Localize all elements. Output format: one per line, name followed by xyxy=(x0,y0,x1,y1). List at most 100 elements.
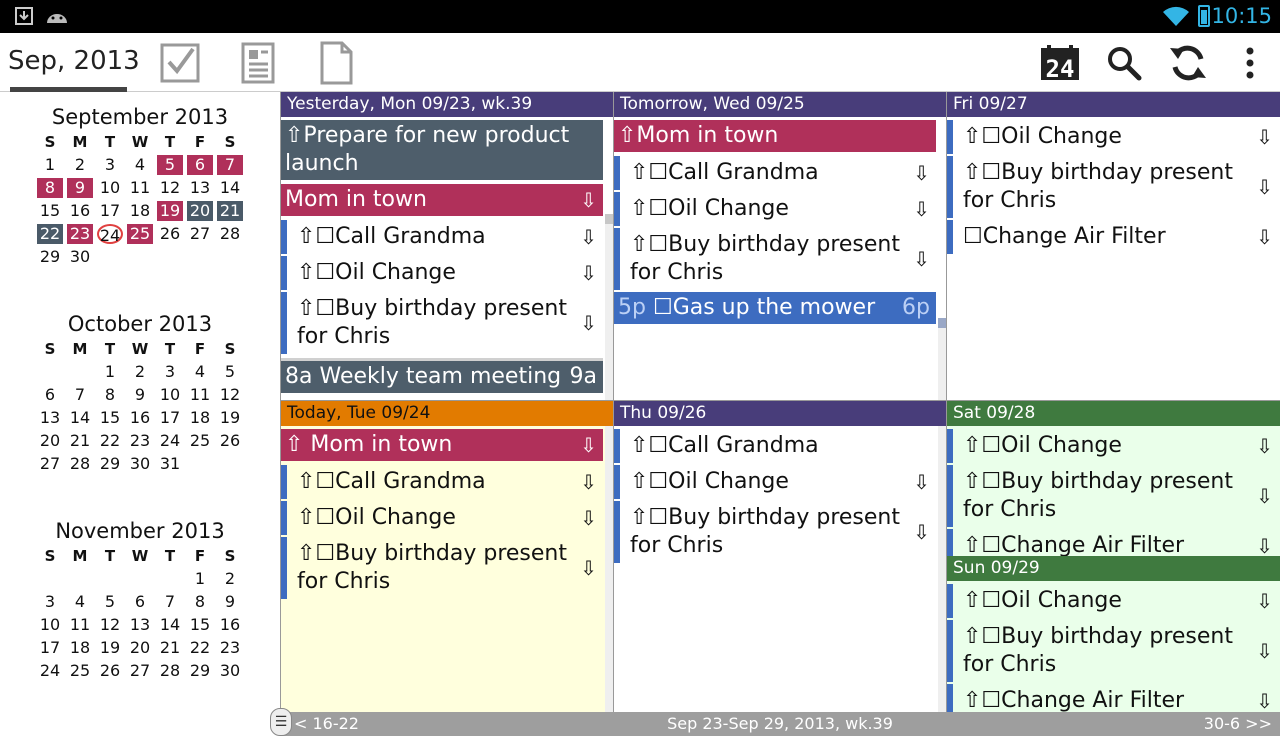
calendar-day[interactable]: 7 xyxy=(217,155,243,175)
calendar-day[interactable]: 24 xyxy=(97,224,123,245)
calendar-day[interactable]: 29 xyxy=(187,661,213,681)
event-mom-in-town[interactable]: Mom in town ⇩ xyxy=(281,184,603,216)
calendar-day[interactable]: 3 xyxy=(97,155,123,175)
calendar-day[interactable]: 18 xyxy=(187,408,213,428)
task-buy-present[interactable]: ⇧☐Buy birthday present for Chris ⇩ xyxy=(947,465,1279,527)
task-buy-present[interactable]: ⇧☐Buy birthday present for Chris ⇩ xyxy=(281,537,603,599)
calendar-day[interactable]: 15 xyxy=(37,201,63,221)
calendar-day[interactable]: 3 xyxy=(37,592,63,612)
mini-month-title[interactable]: November 2013 xyxy=(0,516,280,546)
calendar-day[interactable]: 19 xyxy=(157,201,183,221)
calendar-day[interactable]: 8 xyxy=(37,178,63,198)
calendar-day[interactable]: 20 xyxy=(187,201,213,221)
task-oil-change[interactable]: ⇧☐Oil Change ⇩ xyxy=(947,584,1279,618)
calendar-day[interactable]: 17 xyxy=(97,201,123,221)
calendar-day[interactable]: 16 xyxy=(127,408,153,428)
calendar-day[interactable]: 23 xyxy=(67,224,93,244)
event-mom-in-town[interactable]: ⇧ Mom in town ⇩ xyxy=(281,429,603,461)
mini-month-title[interactable]: October 2013 xyxy=(0,309,280,339)
task-call-grandma[interactable]: ⇧☐Call Grandma ⇩ xyxy=(281,465,603,499)
overflow-menu-icon[interactable] xyxy=(1228,41,1272,85)
calendar-day[interactable]: 22 xyxy=(187,638,213,658)
event-gas-mower[interactable]: 5p ☐Gas up the mower 6p xyxy=(614,292,936,324)
calendar-day[interactable]: 30 xyxy=(217,661,243,681)
scroll-indicator[interactable] xyxy=(605,214,613,224)
calendar-day[interactable]: 17 xyxy=(157,408,183,428)
calendar-day[interactable]: 25 xyxy=(187,431,213,451)
day-header[interactable]: Yesterday, Mon 09/23, wk.39 xyxy=(281,92,613,117)
calendar-day[interactable]: 16 xyxy=(67,201,93,221)
calendar-day[interactable]: 18 xyxy=(127,201,153,221)
calendar-day[interactable]: 13 xyxy=(37,408,63,428)
calendar-day[interactable]: 7 xyxy=(67,385,93,405)
calendar-day[interactable]: 4 xyxy=(127,155,153,175)
task-buy-present[interactable]: ⇧☐Buy birthday present for Chris ⇩ xyxy=(281,292,603,354)
calendar-day[interactable]: 3 xyxy=(157,362,183,382)
task-call-grandma[interactable]: ⇧☐Call Grandma ⇩ xyxy=(614,156,936,190)
calendar-day[interactable]: 14 xyxy=(157,615,183,635)
drawer-handle[interactable]: ☰ xyxy=(270,708,292,736)
calendar-day[interactable]: 5 xyxy=(217,362,243,382)
event-weekly-meeting[interactable]: 8a Weekly team meeting 9a xyxy=(281,358,603,393)
day-column-wed[interactable]: Tomorrow, Wed 09/25 ⇧Mom in town ⇧☐Call … xyxy=(613,92,946,400)
calendar-day[interactable]: 2 xyxy=(127,362,153,382)
calendar-day[interactable]: 28 xyxy=(157,661,183,681)
calendar-day[interactable]: 19 xyxy=(97,638,123,658)
day-column-fri[interactable]: Fri 09/27 ⇧☐Oil Change ⇩ ⇧☐Buy birthday … xyxy=(946,92,1280,400)
calendar-day[interactable]: 29 xyxy=(97,454,123,474)
task-oil-change[interactable]: ⇧☐Oil Change ⇩ xyxy=(614,192,936,226)
calendar-day[interactable]: 14 xyxy=(217,178,243,198)
task-oil-change[interactable]: ⇧☐Oil Change ⇩ xyxy=(281,501,603,535)
scroll-indicator[interactable] xyxy=(938,318,946,328)
today-calendar-icon[interactable]: 24 xyxy=(1038,41,1082,85)
calendar-day[interactable]: 26 xyxy=(217,431,243,451)
calendar-day[interactable]: 31 xyxy=(157,454,183,474)
calendar-day[interactable]: 29 xyxy=(37,247,63,267)
calendar-day[interactable]: 9 xyxy=(67,178,93,198)
calendar-day[interactable]: 4 xyxy=(187,362,213,382)
calendar-day[interactable]: 12 xyxy=(97,615,123,635)
calendar-day[interactable]: 28 xyxy=(217,224,243,244)
task-change-air-filter[interactable]: ⇧☐Change Air Filter ⇩ xyxy=(947,529,1279,556)
task-call-grandma[interactable]: ⇧☐Call Grandma ⇩ xyxy=(281,220,603,254)
task-buy-present[interactable]: ⇧☐Buy birthday present for Chris ⇩ xyxy=(614,228,936,290)
calendar-day[interactable]: 12 xyxy=(217,385,243,405)
calendar-day[interactable]: 27 xyxy=(37,454,63,474)
day-column-mon[interactable]: Yesterday, Mon 09/23, wk.39 ⇧Prepare for… xyxy=(280,92,613,400)
calendar-day[interactable]: 26 xyxy=(97,661,123,681)
calendar-day[interactable]: 5 xyxy=(157,155,183,175)
event-prepare-launch[interactable]: ⇧Prepare for new product launch xyxy=(281,120,603,180)
calendar-day[interactable]: 19 xyxy=(217,408,243,428)
calendar-day[interactable]: 1 xyxy=(97,362,123,382)
calendar-day[interactable]: 5 xyxy=(97,592,123,612)
calendar-day[interactable]: 27 xyxy=(127,661,153,681)
agenda-icon[interactable] xyxy=(236,41,280,85)
calendar-day[interactable]: 13 xyxy=(127,615,153,635)
task-oil-change[interactable]: ⇧☐Oil Change ⇩ xyxy=(947,120,1279,154)
calendar-day[interactable]: 6 xyxy=(37,385,63,405)
task-buy-present[interactable]: ⇧☐Buy birthday present for Chris ⇩ xyxy=(614,501,936,563)
day-header[interactable]: Fri 09/27 xyxy=(947,92,1280,117)
calendar-day[interactable]: 30 xyxy=(67,247,93,267)
calendar-day[interactable]: 15 xyxy=(97,408,123,428)
calendar-day[interactable]: 1 xyxy=(187,569,213,589)
calendar-day[interactable]: 25 xyxy=(67,661,93,681)
task-call-grandma[interactable]: ⇧☐Call Grandma xyxy=(614,429,936,463)
task-oil-change[interactable]: ⇧☐Oil Change ⇩ xyxy=(947,429,1279,463)
calendar-day[interactable]: 23 xyxy=(217,638,243,658)
calendar-day[interactable]: 22 xyxy=(37,224,63,244)
month-selector[interactable]: Sep, 2013 xyxy=(8,46,140,76)
calendar-day[interactable]: 6 xyxy=(187,155,213,175)
search-icon[interactable] xyxy=(1102,41,1146,85)
calendar-day[interactable]: 13 xyxy=(187,178,213,198)
task-oil-change[interactable]: ⇧☐Oil Change ⇩ xyxy=(614,465,936,499)
calendar-day[interactable]: 28 xyxy=(67,454,93,474)
tasks-checkbox-icon[interactable] xyxy=(158,41,202,85)
calendar-day[interactable]: 1 xyxy=(37,155,63,175)
calendar-day[interactable]: 6 xyxy=(127,592,153,612)
note-icon[interactable] xyxy=(314,41,358,85)
calendar-day[interactable]: 21 xyxy=(157,638,183,658)
calendar-day[interactable]: 21 xyxy=(67,431,93,451)
day-header[interactable]: Thu 09/26 xyxy=(614,401,946,426)
event-mom-in-town[interactable]: ⇧Mom in town xyxy=(614,120,936,152)
